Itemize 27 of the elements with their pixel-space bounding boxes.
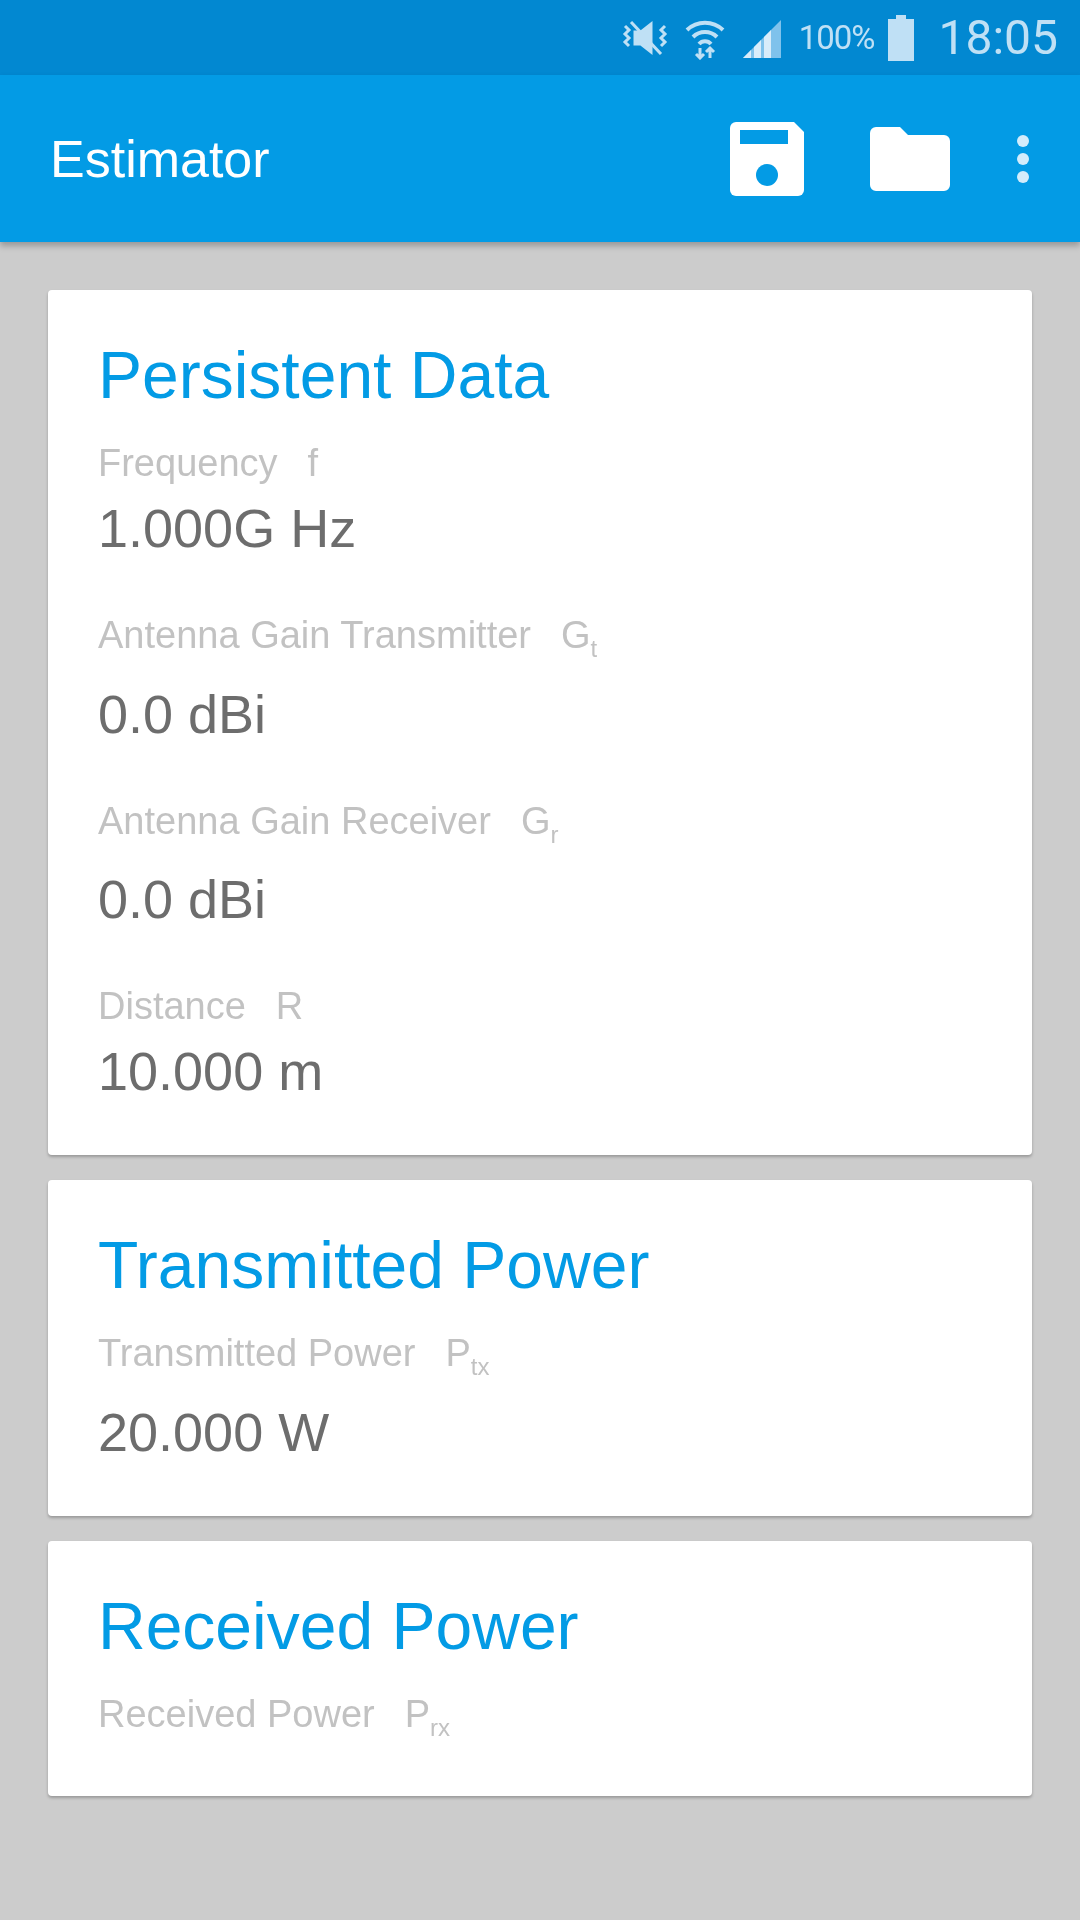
card-title: Received Power [98, 1587, 580, 1665]
field-symbol: R [275, 984, 304, 1030]
clock: 18:05 [938, 9, 1058, 66]
field-symbol: f [307, 441, 319, 486]
save-icon[interactable] [730, 121, 804, 196]
field-symbol: P$_{rx}$ [404, 1691, 451, 1743]
field-value[interactable]: 1.000G Hz [98, 488, 982, 568]
field-value[interactable]: 10.000 m [98, 1031, 982, 1112]
card-title: Persistent Data [98, 337, 551, 414]
field-value[interactable]: 20.000 W [98, 1391, 982, 1472]
battery-icon [888, 14, 915, 61]
field-symbol: G$_{t}$ [561, 613, 598, 664]
field-value[interactable]: 0.0 dBi [98, 673, 982, 754]
folder-icon[interactable] [870, 126, 950, 191]
field-label: Received Power [98, 1691, 375, 1737]
field-symbol: G$_{r}$ [520, 798, 559, 850]
battery-percent: 100% [798, 18, 875, 57]
field-label: Distance [98, 984, 246, 1030]
field-value[interactable]: 0.0 dBi [98, 859, 982, 940]
more-options-icon[interactable] [1016, 133, 1030, 184]
field-label: Frequency [98, 441, 278, 486]
app-title: Estimator [50, 128, 270, 189]
field-label: Transmitted Power [98, 1331, 416, 1377]
field-label: Antenna Gain Receiver [98, 798, 491, 844]
card-title: Transmitted Power [98, 1227, 651, 1305]
field-symbol: P$_{tx}$ [445, 1331, 490, 1382]
field-label: Antenna Gain Transmitter [98, 613, 531, 658]
